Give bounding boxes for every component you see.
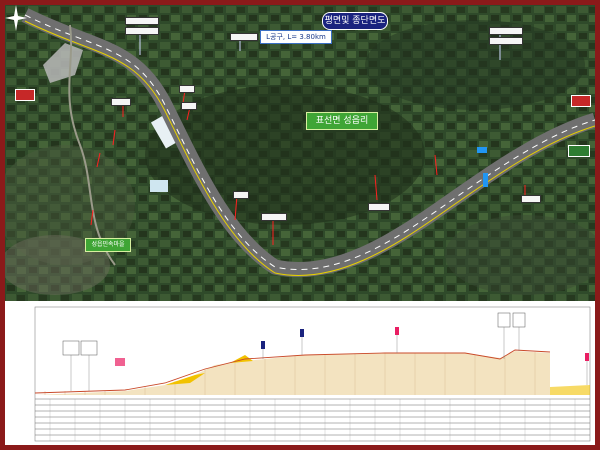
callout-tag xyxy=(125,17,159,25)
callout-tag xyxy=(111,98,131,106)
drawing-sheet: 평면및 종단면도 L공구, L= 3.80km 표선면 성읍리 성읍민속마을 xyxy=(5,5,595,445)
callout-tag xyxy=(489,27,523,35)
direction-sign-icon xyxy=(571,95,591,107)
village-label: 성읍민속마을 xyxy=(85,238,131,252)
profile-drawing xyxy=(34,306,591,442)
satellite-map xyxy=(5,5,595,301)
plan-view-map: 평면및 종단면도 L공구, L= 3.80km 표선면 성읍리 성읍민속마을 xyxy=(5,5,595,301)
compass-rose-icon xyxy=(5,5,27,31)
route-length-label: L공구, L= 3.80km xyxy=(260,30,332,44)
direction-sign-icon xyxy=(568,145,590,157)
callout-tag xyxy=(125,27,159,35)
longitudinal-profile xyxy=(5,303,595,445)
area-label: 표선면 성읍리 xyxy=(306,112,378,130)
callout-tag xyxy=(368,203,390,211)
callout-tag xyxy=(179,85,195,93)
direction-sign-icon xyxy=(15,89,35,101)
callout-tag xyxy=(261,213,287,221)
plan-title: 평면및 종단면도 xyxy=(322,12,388,30)
callout-tag xyxy=(489,37,523,45)
callout-tag xyxy=(230,33,258,41)
callout-tag xyxy=(181,102,197,110)
callout-tag xyxy=(521,195,541,203)
callout-tag xyxy=(233,191,249,199)
